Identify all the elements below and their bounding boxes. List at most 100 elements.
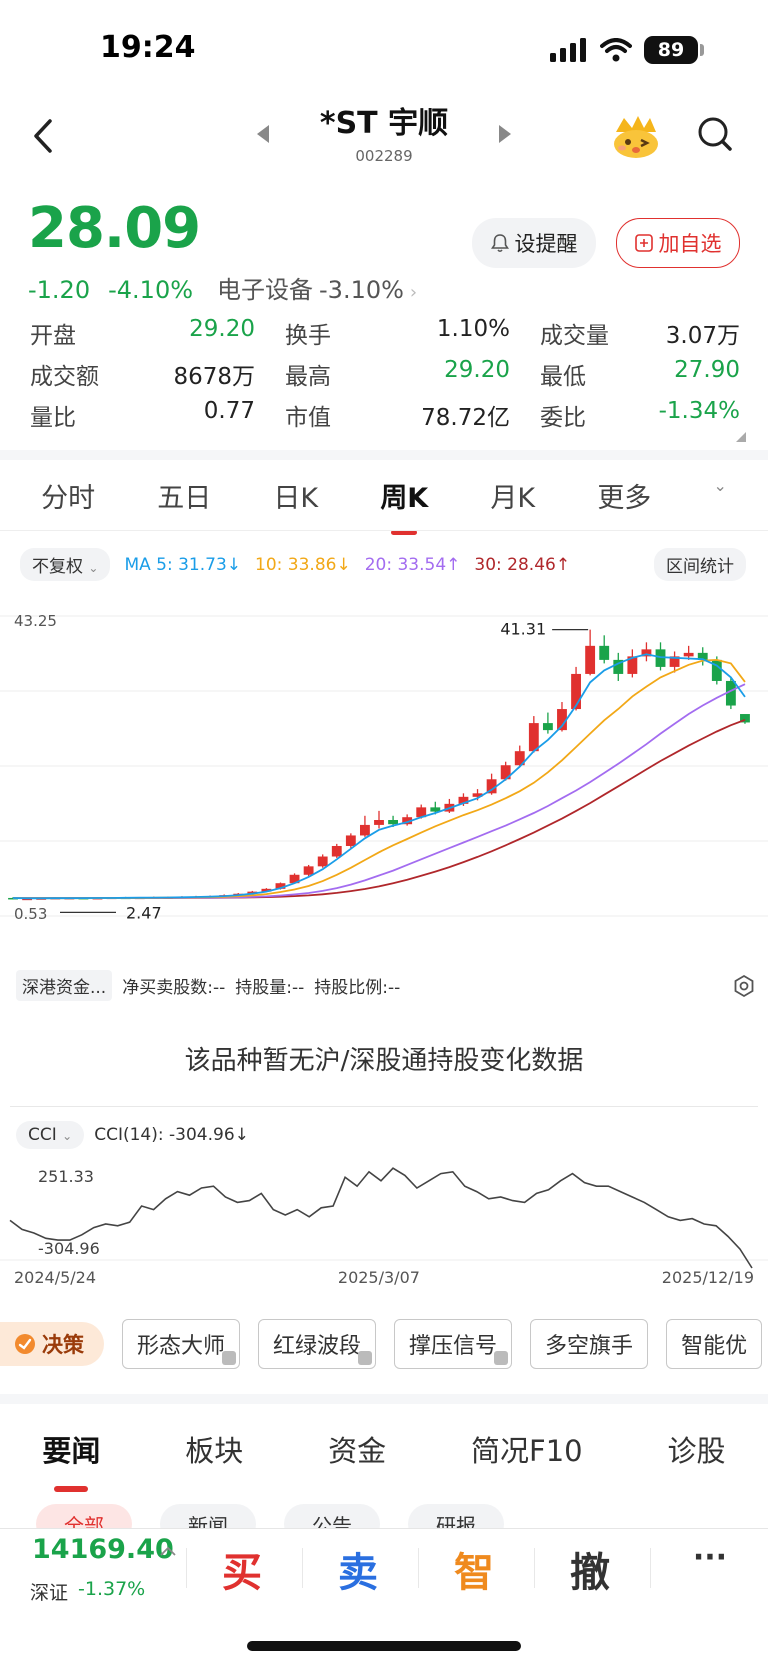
ma20-line [13, 683, 746, 900]
tool-label: 形态大师 [137, 1334, 226, 1359]
add-watchlist-button[interactable]: 加自选 [616, 218, 740, 268]
decision-button[interactable]: 决策 [0, 1322, 104, 1366]
lock-icon [494, 1351, 509, 1365]
period-tab[interactable]: 分时 [41, 476, 95, 515]
stat-row: 量比 0.77 市值 78.72亿 委比 -1.34% [30, 394, 740, 435]
cancel-order-button[interactable]: 撤 [540, 1540, 640, 1598]
candle [740, 714, 750, 724]
settings-icon[interactable] [732, 974, 756, 998]
stat-row: 成交额 8678万 最高 29.20 最低 27.90 [30, 353, 740, 394]
stat-label: 最高 [285, 363, 331, 390]
candle-body [542, 723, 553, 731]
period-tab[interactable]: 日K [273, 476, 318, 515]
sector-pct: -3.10% [319, 276, 404, 304]
tool-label: 多空旗手 [545, 1334, 634, 1359]
bell-icon [490, 234, 509, 253]
stat-cell: 成交额 8678万 [30, 357, 285, 391]
candle [599, 635, 610, 664]
stat-label: 成交量 [540, 322, 609, 349]
tool-pattern-master[interactable]: 形态大师 [122, 1319, 241, 1369]
tool-red-green-wave[interactable]: 红绿波段 [258, 1319, 377, 1369]
candle [627, 649, 638, 678]
ma10-line [12, 658, 746, 900]
period-tab[interactable]: 月K [490, 476, 535, 515]
more-menu-button[interactable]: ··· [660, 1540, 760, 1575]
cci-bottom-label: -304.96 [38, 1239, 100, 1258]
cci-row: CCI ⌄ CCI(14): -304.96↓ [16, 1121, 249, 1149]
stat-cell: 最高 29.20 [285, 357, 540, 391]
stats-grid: 开盘 29.20 换手 1.10% 成交量 3.07万成交额 8678万 最高 29.20 最低 2… [30, 312, 740, 435]
period-tab[interactable]: 五日 [157, 476, 211, 515]
next-stock-icon[interactable] [498, 124, 512, 144]
tool-label: 红绿波段 [273, 1334, 362, 1359]
sector-link[interactable]: 电子设备 -3.10% › [217, 270, 417, 305]
stat-cell: 委比 -1.34% [540, 398, 740, 432]
news-tab[interactable]: 简况F10 [471, 1428, 583, 1470]
stat-row: 开盘 29.20 换手 1.10% 成交量 3.07万 [30, 312, 740, 353]
cci-chart[interactable]: 251.33 -304.96 [0, 1150, 768, 1270]
set-alert-button[interactable]: 设提醒 [472, 218, 596, 268]
search-icon[interactable] [697, 116, 733, 154]
candle [359, 815, 370, 837]
news-tab[interactable]: 板块 [185, 1428, 243, 1470]
range-stat-button[interactable]: 区间统计 [654, 548, 746, 581]
candle [374, 810, 384, 829]
battery-cap [700, 44, 704, 56]
sell-button[interactable]: 卖 [308, 1540, 408, 1598]
candle [613, 652, 624, 681]
index-value[interactable]: 14169.40 [32, 1534, 174, 1565]
hk-connect-row: 深港资金... 净买卖股数:-- 持股量:-- 持股比例:-- [16, 970, 756, 1001]
buy-button[interactable]: 买 [192, 1540, 292, 1598]
index-info: 深证 -1.37% [30, 1578, 145, 1605]
tool-smart[interactable]: 智能优 [666, 1319, 763, 1369]
ma10-value: 10: 33.86↓ [255, 554, 351, 575]
hk-net-shares: 净买卖股数:-- [122, 978, 226, 998]
stat-label: 开盘 [30, 322, 76, 349]
candle-body [317, 856, 328, 867]
mascot-icon[interactable] [610, 112, 660, 160]
stat-label: 最低 [540, 363, 586, 390]
news-tabs: 要闻 板块 资金 简况F10 诊股 [0, 1428, 768, 1470]
chevron-up-icon[interactable] [160, 1546, 176, 1556]
cci-selector[interactable]: CCI ⌄ [16, 1121, 85, 1149]
smart-button[interactable]: 智 [424, 1540, 524, 1598]
index-pct: -1.37% [78, 1578, 146, 1600]
kline-chart[interactable]: 43.25 0.53 41.31 2.47 [0, 596, 768, 948]
cellular-signal-icon [550, 38, 586, 62]
tool-support-resistance[interactable]: 撑压信号 [394, 1319, 513, 1369]
hk-holdings: 持股量:-- [235, 978, 305, 998]
tab-divider [0, 530, 768, 531]
candle-body [374, 820, 384, 825]
period-tab[interactable]: 更多 [597, 476, 651, 515]
cci-top-label: 251.33 [38, 1167, 94, 1186]
stat-value: 27.90 [674, 356, 740, 383]
tools-row: 决策 形态大师 红绿波段 撑压信号 多空旗手 智能优 [0, 1316, 768, 1372]
ma-row: 不复权 ⌄ MA 5: 31.73↓ 10: 33.86↓ 20: 33.54↑… [20, 548, 570, 581]
y-min-label: 0.53 [14, 905, 47, 923]
candle-body [599, 645, 610, 660]
period-tab[interactable]: 周K [380, 476, 428, 515]
news-tab[interactable]: 资金 [328, 1428, 386, 1470]
ma20-value: 20: 33.54↑ [364, 554, 461, 575]
adjust-label: 不复权 [32, 557, 83, 577]
tool-bull-bear-flag[interactable]: 多空旗手 [530, 1319, 649, 1369]
separator [418, 1548, 419, 1588]
chevron-down-icon: ⌄ [62, 1129, 73, 1143]
news-tab[interactable]: 要闻 [42, 1428, 100, 1470]
candle-body [683, 652, 694, 657]
decision-label: 决策 [42, 1333, 84, 1357]
stat-cell: 量比 0.77 [30, 398, 285, 432]
candle-body [359, 824, 370, 836]
ma30-line [13, 719, 746, 899]
candle-body [388, 820, 399, 825]
cci-selector-label: CCI [28, 1125, 57, 1145]
stat-label: 换手 [285, 322, 331, 349]
news-tab[interactable]: 诊股 [668, 1428, 726, 1470]
hk-source-chip[interactable]: 深港资金... [16, 970, 113, 1001]
lock-icon [358, 1351, 373, 1365]
index-name: 深证 [30, 1582, 69, 1604]
expand-corner-icon[interactable] [736, 432, 746, 442]
separator [302, 1548, 303, 1588]
change-row: -1.20 -4.10% 电子设备 -3.10% › [28, 270, 417, 305]
adjust-selector[interactable]: 不复权 ⌄ [20, 548, 111, 581]
